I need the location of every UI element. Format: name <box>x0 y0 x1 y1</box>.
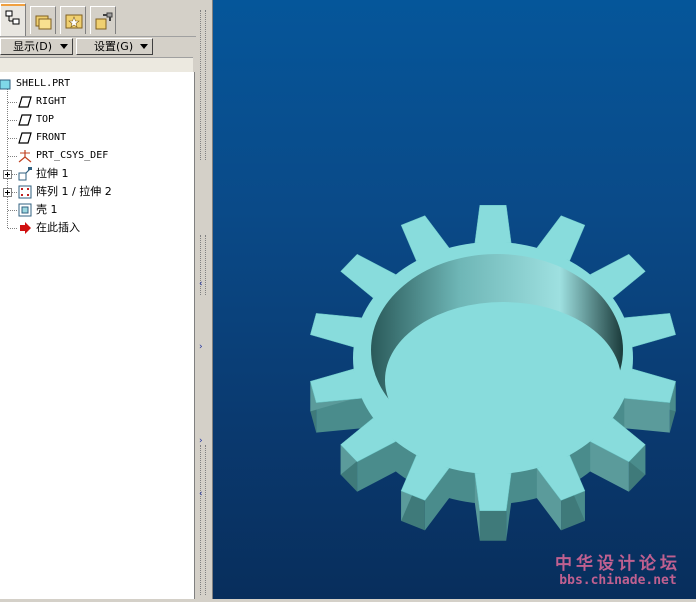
gear-tooth-side <box>479 510 507 541</box>
forum-watermark: 中华设计论坛 bbs.chinade.net <box>545 547 691 593</box>
settings-menu-label: 设置(G) <box>94 40 134 53</box>
tree-column-header <box>0 57 193 73</box>
tree-item-pattern-1[interactable]: 阵列 1 / 拉伸 2 <box>0 183 194 201</box>
expand-right-icon[interactable]: › <box>199 343 203 352</box>
shell-gear-model <box>310 205 676 541</box>
tree-root-item[interactable]: SHELL.PRT <box>0 75 194 93</box>
tab-connections[interactable] <box>90 6 116 34</box>
tree-item-label: FRONT <box>36 132 67 143</box>
navigator-tabs <box>0 0 196 37</box>
gear-tooth-top <box>310 368 363 403</box>
tab-folder-browser[interactable] <box>30 6 56 34</box>
datum-plane-icon <box>18 114 32 126</box>
datum-plane-icon <box>18 96 32 108</box>
extrude-icon <box>18 167 32 181</box>
expand-icon[interactable] <box>3 188 12 197</box>
tree-item-label: 壳 1 <box>36 203 58 216</box>
connections-icon <box>95 12 113 30</box>
show-menu-button[interactable]: 显示(D) <box>0 38 73 55</box>
tree-root-label: SHELL.PRT <box>16 78 71 89</box>
tree-item-label: TOP <box>36 114 55 125</box>
show-menu-label: 显示(D) <box>13 40 53 53</box>
favorites-icon <box>65 14 83 29</box>
tree-item-front[interactable]: FRONT <box>0 129 194 147</box>
shell-icon <box>18 203 32 217</box>
gear-tooth-top <box>623 368 676 403</box>
gear-tooth-top <box>623 313 676 348</box>
gear-tooth-top <box>474 472 512 511</box>
shell-inner-floor <box>385 302 621 458</box>
gear-tooth-top <box>310 313 363 348</box>
expand-icon[interactable] <box>3 170 12 179</box>
collapse-left-icon[interactable]: ‹ <box>199 280 203 289</box>
tree-item-label: 在此插入 <box>36 221 80 234</box>
model-tree-icon <box>5 10 20 25</box>
coordinate-system-icon <box>18 150 32 163</box>
pattern-icon <box>18 185 32 199</box>
tree-item-top[interactable]: TOP <box>0 111 194 129</box>
folder-browser-icon <box>35 15 52 30</box>
chevron-down-icon <box>60 44 68 49</box>
gear-tooth-side <box>624 398 670 433</box>
panel-splitter[interactable]: ‹ › › ‹ <box>196 0 212 599</box>
gear-tooth-top <box>474 205 512 244</box>
tree-toolbar: 显示(D) 设置(G) <box>0 37 196 57</box>
tree-item-label: PRT_CSYS_DEF <box>36 150 109 161</box>
insert-here-arrow-icon <box>20 222 31 234</box>
datum-plane-icon <box>18 132 32 144</box>
watermark-url: bbs.chinade.net <box>559 573 677 588</box>
tree-item-extrude-1[interactable]: 拉伸 1 <box>0 165 194 183</box>
model-tree-panel: 显示(D) 设置(G) SHELL.PRT RIGHT TOP FRONT PR… <box>0 0 196 599</box>
watermark-title: 中华设计论坛 <box>555 554 681 574</box>
tree-item-shell-1[interactable]: 壳 1 <box>0 201 194 219</box>
tab-favorites[interactable] <box>60 6 86 34</box>
graphics-viewport[interactable]: 中华设计论坛 bbs.chinade.net <box>212 0 696 599</box>
model-tree: SHELL.PRT RIGHT TOP FRONT PRT_CSYS_DEF 拉… <box>0 72 195 599</box>
tab-model-tree[interactable] <box>0 3 26 36</box>
tree-item-right[interactable]: RIGHT <box>0 93 194 111</box>
tree-item-label: RIGHT <box>36 96 67 107</box>
tree-item-insert-here[interactable]: 在此插入 <box>0 219 194 237</box>
chevron-down-icon <box>140 44 148 49</box>
part-icon <box>0 79 11 90</box>
tree-item-label: 阵列 1 / 拉伸 2 <box>36 185 112 198</box>
tree-item-label: 拉伸 1 <box>36 167 69 180</box>
tree-item-csys[interactable]: PRT_CSYS_DEF <box>0 147 194 165</box>
collapse-left-icon[interactable]: ‹ <box>199 490 203 499</box>
settings-menu-button[interactable]: 设置(G) <box>76 38 153 55</box>
